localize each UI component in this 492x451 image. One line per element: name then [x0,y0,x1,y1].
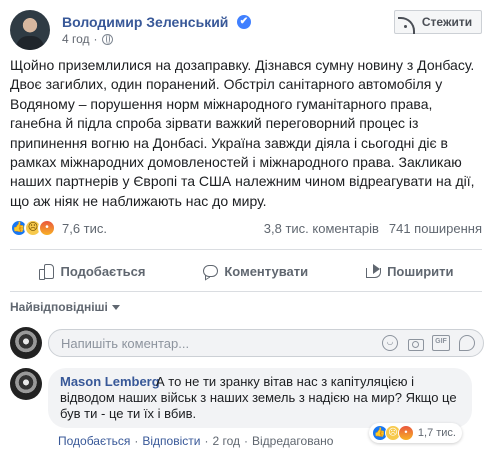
like-button[interactable]: Подобається [38,263,146,280]
comment-label: Коментувати [224,263,309,279]
separator-dot: · [134,434,139,448]
separator-dot: · [204,434,209,448]
emoji-icon[interactable]: ◡ [382,335,398,351]
reaction-count[interactable]: 7,6 тис. [62,221,107,236]
comment-sort-dropdown[interactable]: Найвідповідніші [10,300,120,314]
current-user-avatar[interactable] [10,327,42,359]
divider [10,291,482,292]
comment-composer[interactable]: ◡ GIF [48,329,484,357]
comment-time[interactable]: 2 год [212,434,240,448]
comment-icon [202,263,219,279]
comment-button[interactable]: Коментувати [202,263,308,279]
post-stats: 3,8 тис. коментарів 741 поширення [264,221,482,236]
post-time[interactable]: 4 год [62,32,90,46]
like-label: Подобається [60,263,146,279]
divider [10,249,482,250]
post-actions: Подобається Коментувати Поширити [10,258,482,284]
post-text: Щойно приземлилися на дозаправку. Дізнав… [10,57,475,209]
shares-count-link[interactable]: 741 поширення [389,221,482,236]
comment-footer: Подобається · Відповісти · 2 год · Відре… [58,434,333,448]
comment-like-link[interactable]: Подобається [58,434,130,448]
chevron-down-icon [111,304,120,310]
globe-icon [101,33,113,45]
follow-button[interactable]: Стежити [394,10,482,34]
comment-reactions[interactable]: 👍 ☹ • 1,7 тис. [368,423,462,443]
comment-input[interactable] [61,336,281,351]
author-avatar[interactable] [10,10,50,50]
verified-badge-icon: ✔ [237,15,251,29]
angry-reaction-icon: • [397,425,414,441]
comment-reply-link[interactable]: Відповісти [142,434,200,448]
comment-text: А то не ти зранку вітав нас з капітуляці… [60,374,457,422]
sort-label: Найвідповідніші [10,300,108,314]
composer-tools: ◡ GIF [382,335,475,351]
edited-label[interactable]: Відредаговано [252,434,333,448]
camera-icon[interactable] [407,335,424,351]
sticker-icon[interactable] [459,335,475,351]
follow-label: Стежити [421,15,473,29]
share-label: Поширити [387,263,454,279]
author-name[interactable]: Володимир Зеленський [62,14,228,30]
gif-icon[interactable]: GIF [432,335,450,351]
angry-reaction-icon: • [38,219,56,237]
commenter-avatar[interactable] [10,368,42,400]
rss-follow-icon [397,16,416,34]
post-meta: 4 год · [62,32,113,46]
comment-bubble: Mason Lemberg А то не ти зранку вітав на… [48,368,472,428]
share-icon [365,263,382,279]
comment-reaction-count: 1,7 тис. [417,427,456,439]
comments-count-link[interactable]: 3,8 тис. коментарів [264,221,379,236]
separator-dot: · [244,434,248,448]
post-reactions[interactable]: 👍 ☹ • 7,6 тис. [10,219,107,237]
post-header: Володимир Зеленський ✔ 4 год · Стежити [10,8,482,50]
thumbs-up-icon [38,263,55,280]
share-button[interactable]: Поширити [365,263,453,279]
